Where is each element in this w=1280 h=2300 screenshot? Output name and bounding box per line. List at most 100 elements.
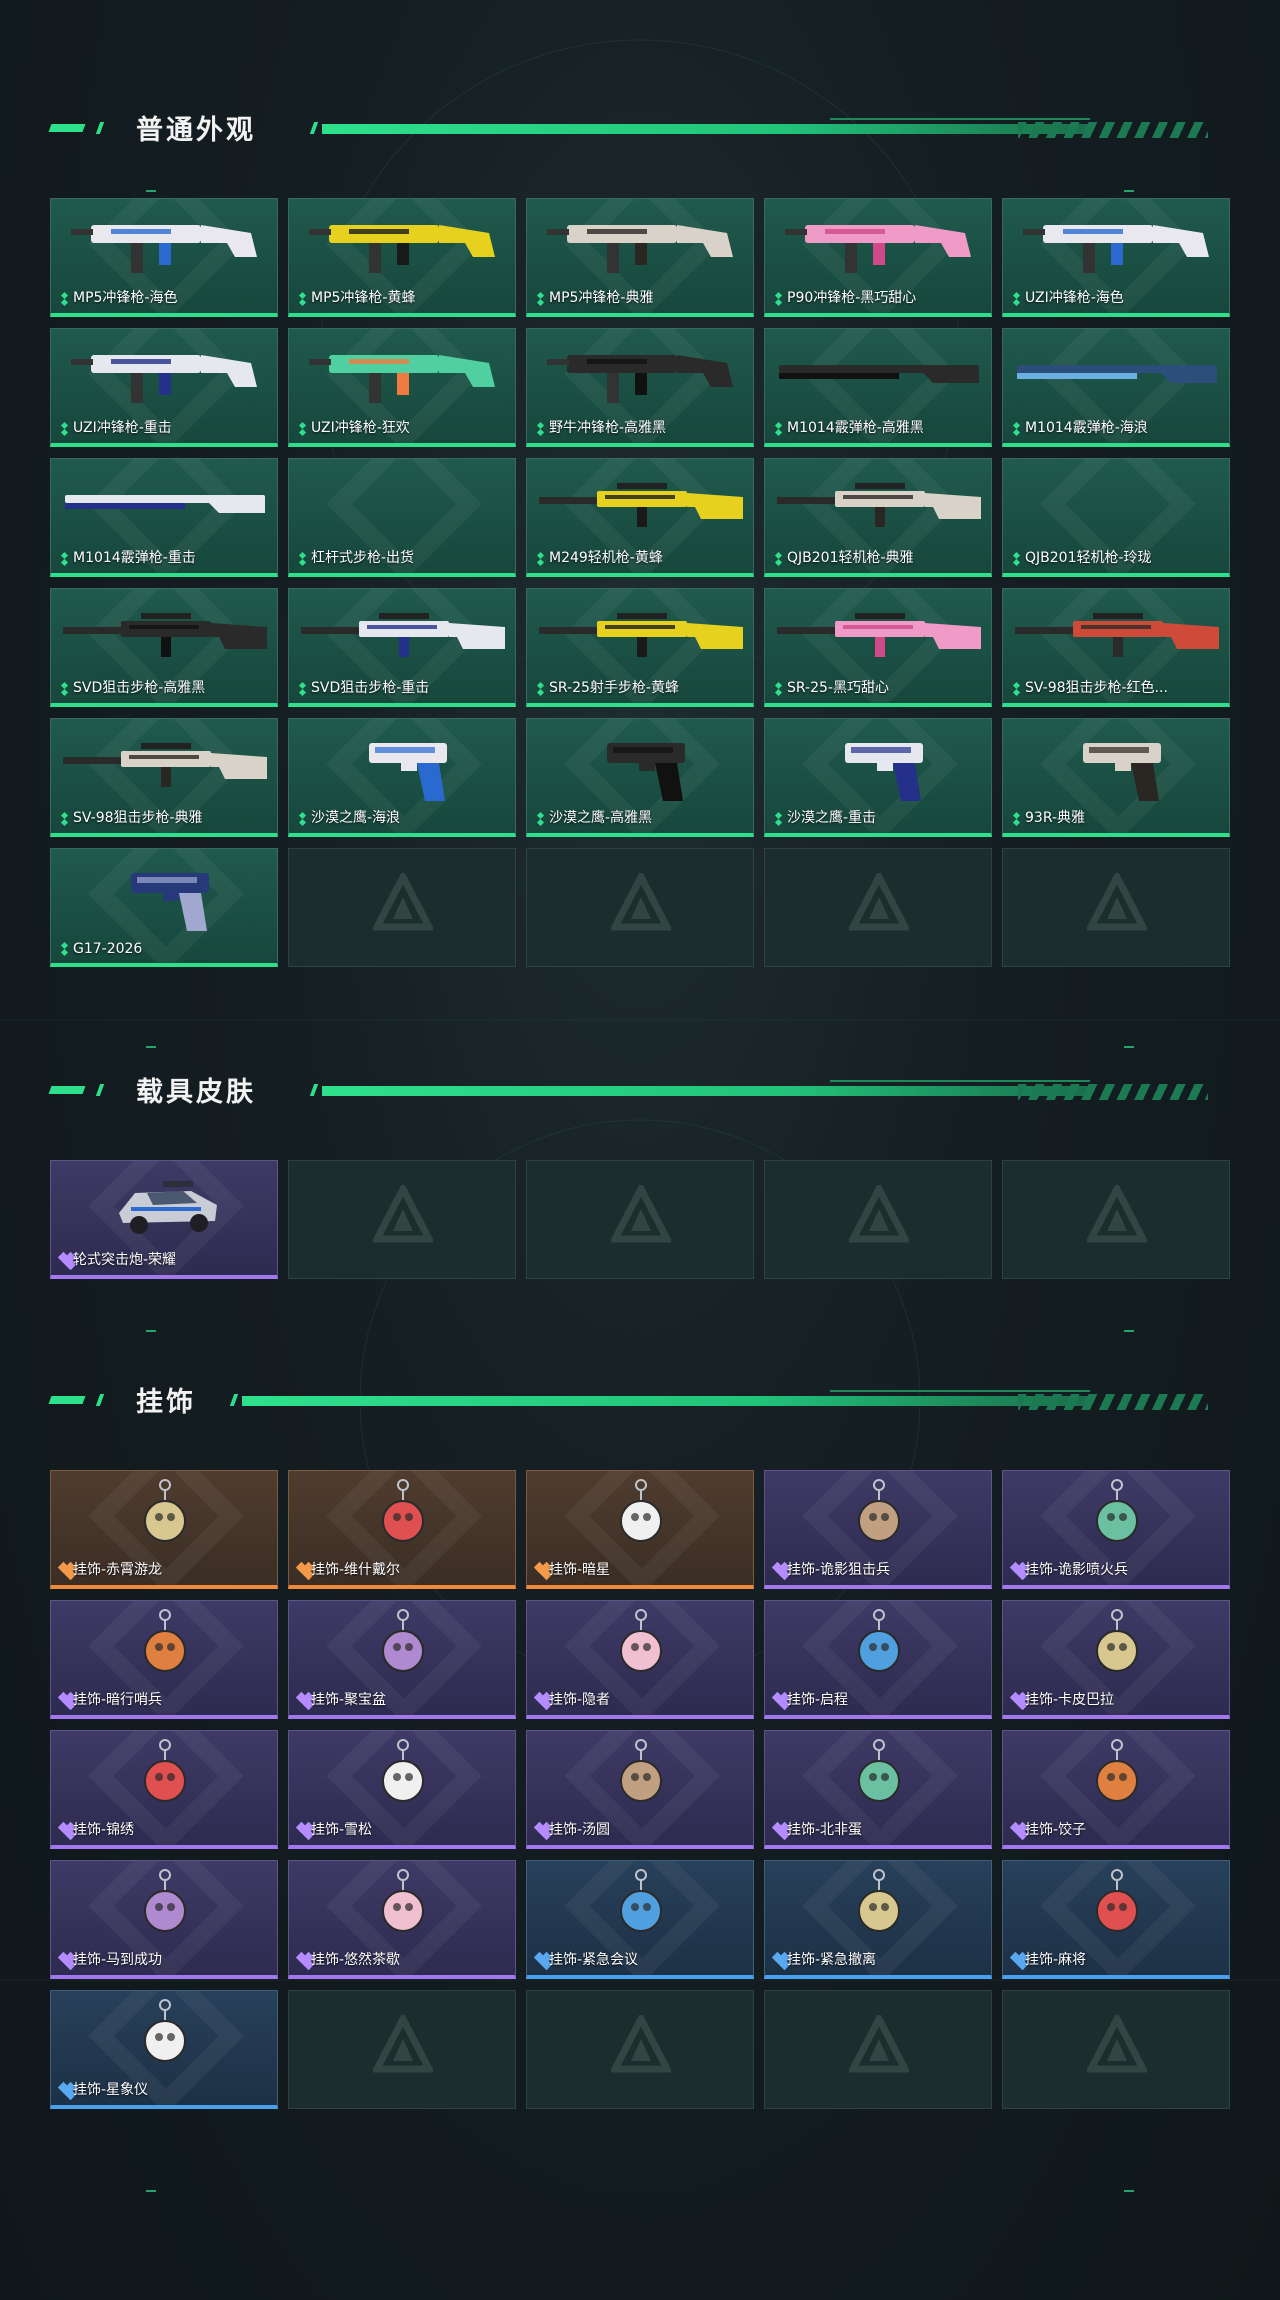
weapon-skin-card[interactable]: SR-25射手步枪-黄蜂 (526, 588, 754, 707)
weapon-skin-card[interactable]: MP5冲锋枪-典雅 (526, 198, 754, 317)
weapon-skin-card[interactable]: G17-2026 (50, 848, 278, 967)
item-name: M1014霰弹枪-海浪 (1025, 420, 1148, 436)
charm-icon (1096, 1609, 1138, 1672)
weapon-skin-card[interactable]: UZI冲锋枪-重击 (50, 328, 278, 447)
empty-slot (764, 1990, 992, 2109)
vehicle-skin-grid: 轮式突击炮-荣耀 (50, 1160, 1230, 1279)
vehicle-skin-card[interactable]: 轮式突击炮-荣耀 (50, 1160, 278, 1279)
charm-card[interactable]: 挂饰-暗行哨兵 (50, 1600, 278, 1719)
charm-card[interactable]: 挂饰-启程 (764, 1600, 992, 1719)
empty-slot (1002, 848, 1230, 967)
charm-card[interactable]: 挂饰-马到成功 (50, 1860, 278, 1979)
weapon-skin-card[interactable]: QJB201轻机枪-玲珑 (1002, 458, 1230, 577)
weapon-icon (539, 483, 743, 527)
charm-card[interactable]: 挂饰-维什戴尔 (288, 1470, 516, 1589)
item-name: QJB201轻机枪-玲珑 (1025, 550, 1152, 566)
weapon-skin-card[interactable]: QJB201轻机枪-典雅 (764, 458, 992, 577)
item-name: MP5冲锋枪-海色 (73, 290, 178, 306)
charm-icon (1096, 1739, 1138, 1802)
item-name: 挂饰-赤霄游龙 (73, 1562, 163, 1578)
item-name: 挂饰-北非蛋 (787, 1822, 863, 1838)
rarity-icon (773, 293, 785, 305)
weapon-skin-card[interactable]: P90冲锋枪-黑巧甜心 (764, 198, 992, 317)
item-name: 挂饰-暗星 (549, 1562, 611, 1578)
item-name: SV-98狙击步枪-红色... (1025, 680, 1168, 696)
item-name: QJB201轻机枪-典雅 (787, 550, 914, 566)
section-header: 挂饰 (48, 1370, 1230, 1430)
item-name: SVD狙击步枪-高雅黑 (73, 680, 206, 696)
charm-card[interactable]: 挂饰-聚宝盆 (288, 1600, 516, 1719)
weapon-skin-card[interactable]: SV-98狙击步枪-红色... (1002, 588, 1230, 707)
weapon-skin-card[interactable]: M1014霰弹枪-重击 (50, 458, 278, 577)
charm-card[interactable]: 挂饰-隐者 (526, 1600, 754, 1719)
weapon-skin-card[interactable]: UZI冲锋枪-海色 (1002, 198, 1230, 317)
weapon-skin-card[interactable]: 野牛冲锋枪-高雅黑 (526, 328, 754, 447)
placeholder-emblem-icon (1087, 873, 1147, 931)
charm-icon (620, 1869, 662, 1932)
charm-card[interactable]: 挂饰-锦绣 (50, 1730, 278, 1849)
placeholder-emblem-icon (611, 2015, 671, 2073)
placeholder-emblem-icon (373, 1185, 433, 1243)
rarity-icon (297, 813, 309, 825)
weapon-skin-card[interactable]: M249轻机枪-黄蜂 (526, 458, 754, 577)
weapon-skin-card[interactable]: SV-98狙击步枪-典雅 (50, 718, 278, 837)
weapon-skin-card[interactable]: M1014霰弹枪-海浪 (1002, 328, 1230, 447)
weapon-skin-card[interactable]: UZI冲锋枪-狂欢 (288, 328, 516, 447)
weapon-skin-grid: MP5冲锋枪-海色 MP5冲锋枪-黄蜂 MP5冲锋枪-典雅 P90冲锋枪-黑巧甜心 UZ… (50, 198, 1230, 967)
weapon-skin-card[interactable]: 杠杆式步枪-出货 (288, 458, 516, 577)
charm-card[interactable]: 挂饰-卡皮巴拉 (1002, 1600, 1230, 1719)
rarity-icon (59, 813, 71, 825)
charm-card[interactable]: 挂饰-汤圆 (526, 1730, 754, 1849)
charm-card[interactable]: 挂饰-赤霄游龙 (50, 1470, 278, 1589)
rarity-icon (297, 293, 309, 305)
weapon-icon (845, 743, 923, 801)
charm-icon (144, 1869, 186, 1932)
charm-card[interactable]: 挂饰-诡影狙击兵 (764, 1470, 992, 1589)
weapon-skin-card[interactable]: 沙漠之鹰-高雅黑 (526, 718, 754, 837)
empty-slot (764, 848, 992, 967)
weapon-icon (777, 613, 981, 657)
rarity-icon (535, 423, 547, 435)
weapon-skin-card[interactable]: 沙漠之鹰-重击 (764, 718, 992, 837)
item-name: 挂饰-紧急会议 (549, 1952, 639, 1968)
item-name: 轮式突击炮-荣耀 (73, 1252, 177, 1268)
charm-card[interactable]: 挂饰-悠然茶歇 (288, 1860, 516, 1979)
weapon-skin-card[interactable]: 沙漠之鹰-海浪 (288, 718, 516, 837)
section-header: 普通外观 (48, 98, 1230, 158)
weapon-skin-card[interactable]: M1014霰弹枪-高雅黑 (764, 328, 992, 447)
item-name: M1014霰弹枪-高雅黑 (787, 420, 924, 436)
charm-card[interactable]: 挂饰-饺子 (1002, 1730, 1230, 1849)
weapon-skin-card[interactable]: SVD狙击步枪-高雅黑 (50, 588, 278, 707)
charm-card[interactable]: 挂饰-麻将 (1002, 1860, 1230, 1979)
rarity-icon (1011, 553, 1023, 565)
item-name: UZI冲锋枪-海色 (1025, 290, 1124, 306)
weapon-skin-card[interactable]: MP5冲锋枪-黄蜂 (288, 198, 516, 317)
charm-card[interactable]: 挂饰-北非蛋 (764, 1730, 992, 1849)
weapon-icon (71, 225, 257, 273)
item-name: 93R-典雅 (1025, 810, 1086, 826)
charm-card[interactable]: 挂饰-诡影喷火兵 (1002, 1470, 1230, 1589)
weapon-skin-card[interactable]: MP5冲锋枪-海色 (50, 198, 278, 317)
weapon-skin-card[interactable]: SR-25-黑巧甜心 (764, 588, 992, 707)
item-name: 挂饰-聚宝盆 (311, 1692, 387, 1708)
weapon-icon (1015, 613, 1219, 657)
item-name: MP5冲锋枪-黄蜂 (311, 290, 416, 306)
item-name: 挂饰-饺子 (1025, 1822, 1087, 1838)
charm-card[interactable]: 挂饰-紧急撤离 (764, 1860, 992, 1979)
rarity-icon (535, 553, 547, 565)
weapon-skin-card[interactable]: SVD狙击步枪-重击 (288, 588, 516, 707)
weapon-skin-card[interactable]: 93R-典雅 (1002, 718, 1230, 837)
rarity-icon (1011, 293, 1023, 305)
weapon-icon (63, 613, 267, 657)
corner-tick (1124, 2190, 1134, 2192)
charm-card[interactable]: 挂饰-紧急会议 (526, 1860, 754, 1979)
rarity-icon (773, 553, 785, 565)
header-bar (322, 124, 1090, 134)
charm-card[interactable]: 挂饰-星象仪 (50, 1990, 278, 2109)
charm-card[interactable]: 挂饰-雪松 (288, 1730, 516, 1849)
corner-tick (146, 1330, 156, 1332)
empty-slot (288, 848, 516, 967)
charm-card[interactable]: 挂饰-暗星 (526, 1470, 754, 1589)
charm-icon (382, 1609, 424, 1672)
item-name: 挂饰-暗行哨兵 (73, 1692, 163, 1708)
